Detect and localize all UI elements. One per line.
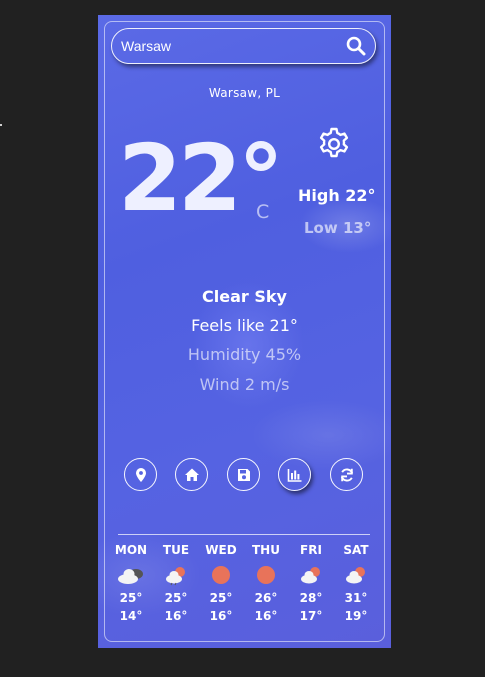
forecast-day-name: SAT bbox=[343, 543, 369, 557]
humidity: Humidity 45% bbox=[187, 345, 302, 364]
forecast-day: SAT 31° 19° bbox=[334, 543, 378, 623]
forecast-high: 26° bbox=[254, 591, 278, 605]
home-icon bbox=[184, 468, 199, 481]
forecast-day-name: TUE bbox=[162, 543, 190, 557]
search-icon[interactable] bbox=[346, 36, 366, 56]
refresh-icon bbox=[340, 468, 353, 481]
wind-speed: Wind 2 m/s bbox=[199, 375, 290, 394]
chart-icon bbox=[287, 468, 301, 482]
partly-cloudy-icon bbox=[166, 567, 185, 586]
weather-condition: Clear Sky bbox=[202, 287, 287, 306]
high-temperature: High 22° bbox=[298, 186, 376, 205]
forecast-low: 16° bbox=[254, 609, 278, 623]
location-pin-icon bbox=[135, 467, 146, 482]
divider bbox=[118, 534, 370, 535]
search-input[interactable] bbox=[121, 36, 331, 56]
partly-cloudy-icon bbox=[346, 567, 365, 584]
refresh-button[interactable] bbox=[330, 458, 363, 491]
forecast-day: WED 25° 16° bbox=[199, 543, 243, 623]
cloudy-icon bbox=[118, 569, 143, 584]
forecast-low: 17° bbox=[299, 609, 323, 623]
forecast-high: 28° bbox=[299, 591, 323, 605]
forecast-low: 16° bbox=[209, 609, 233, 623]
forecast-day-name: THU bbox=[252, 543, 280, 557]
location-label: Warsaw, PL bbox=[208, 86, 281, 100]
forecast-day-name: WED bbox=[205, 543, 237, 557]
forecast-low: 19° bbox=[344, 609, 368, 623]
forecast-day: MON 25° 14° bbox=[109, 543, 153, 623]
save-icon bbox=[237, 468, 250, 481]
chart-button[interactable] bbox=[278, 458, 311, 491]
forecast-high: 31° bbox=[344, 591, 368, 605]
save-button[interactable] bbox=[227, 458, 260, 491]
forecast-low: 14° bbox=[119, 609, 143, 623]
sun-icon bbox=[212, 566, 230, 584]
gear-icon[interactable] bbox=[316, 126, 352, 162]
forecast-high: 25° bbox=[164, 591, 188, 605]
forecast-day-name: FRI bbox=[300, 543, 322, 557]
location-button[interactable] bbox=[124, 458, 157, 491]
home-button[interactable] bbox=[175, 458, 208, 491]
forecast-day: FRI 28° 17° bbox=[289, 543, 333, 623]
forecast-high: 25° bbox=[119, 591, 143, 605]
forecast-day: TUE 25° 16° bbox=[154, 543, 198, 623]
weather-app: Warsaw, PL 22° C High 22° Low 13° Clear … bbox=[98, 15, 391, 648]
feels-like: Feels like 21° bbox=[191, 316, 298, 335]
forecast-day-name: MON bbox=[114, 543, 148, 557]
edge-mark bbox=[0, 124, 2, 126]
low-temperature: Low 13° bbox=[304, 219, 372, 237]
partly-cloudy-icon bbox=[301, 567, 320, 584]
forecast-high: 25° bbox=[209, 591, 233, 605]
forecast-day: THU 26° 16° bbox=[244, 543, 288, 623]
search-bar bbox=[111, 28, 376, 64]
forecast-low: 16° bbox=[164, 609, 188, 623]
sun-icon bbox=[257, 566, 275, 584]
temperature-unit[interactable]: C bbox=[256, 201, 269, 223]
